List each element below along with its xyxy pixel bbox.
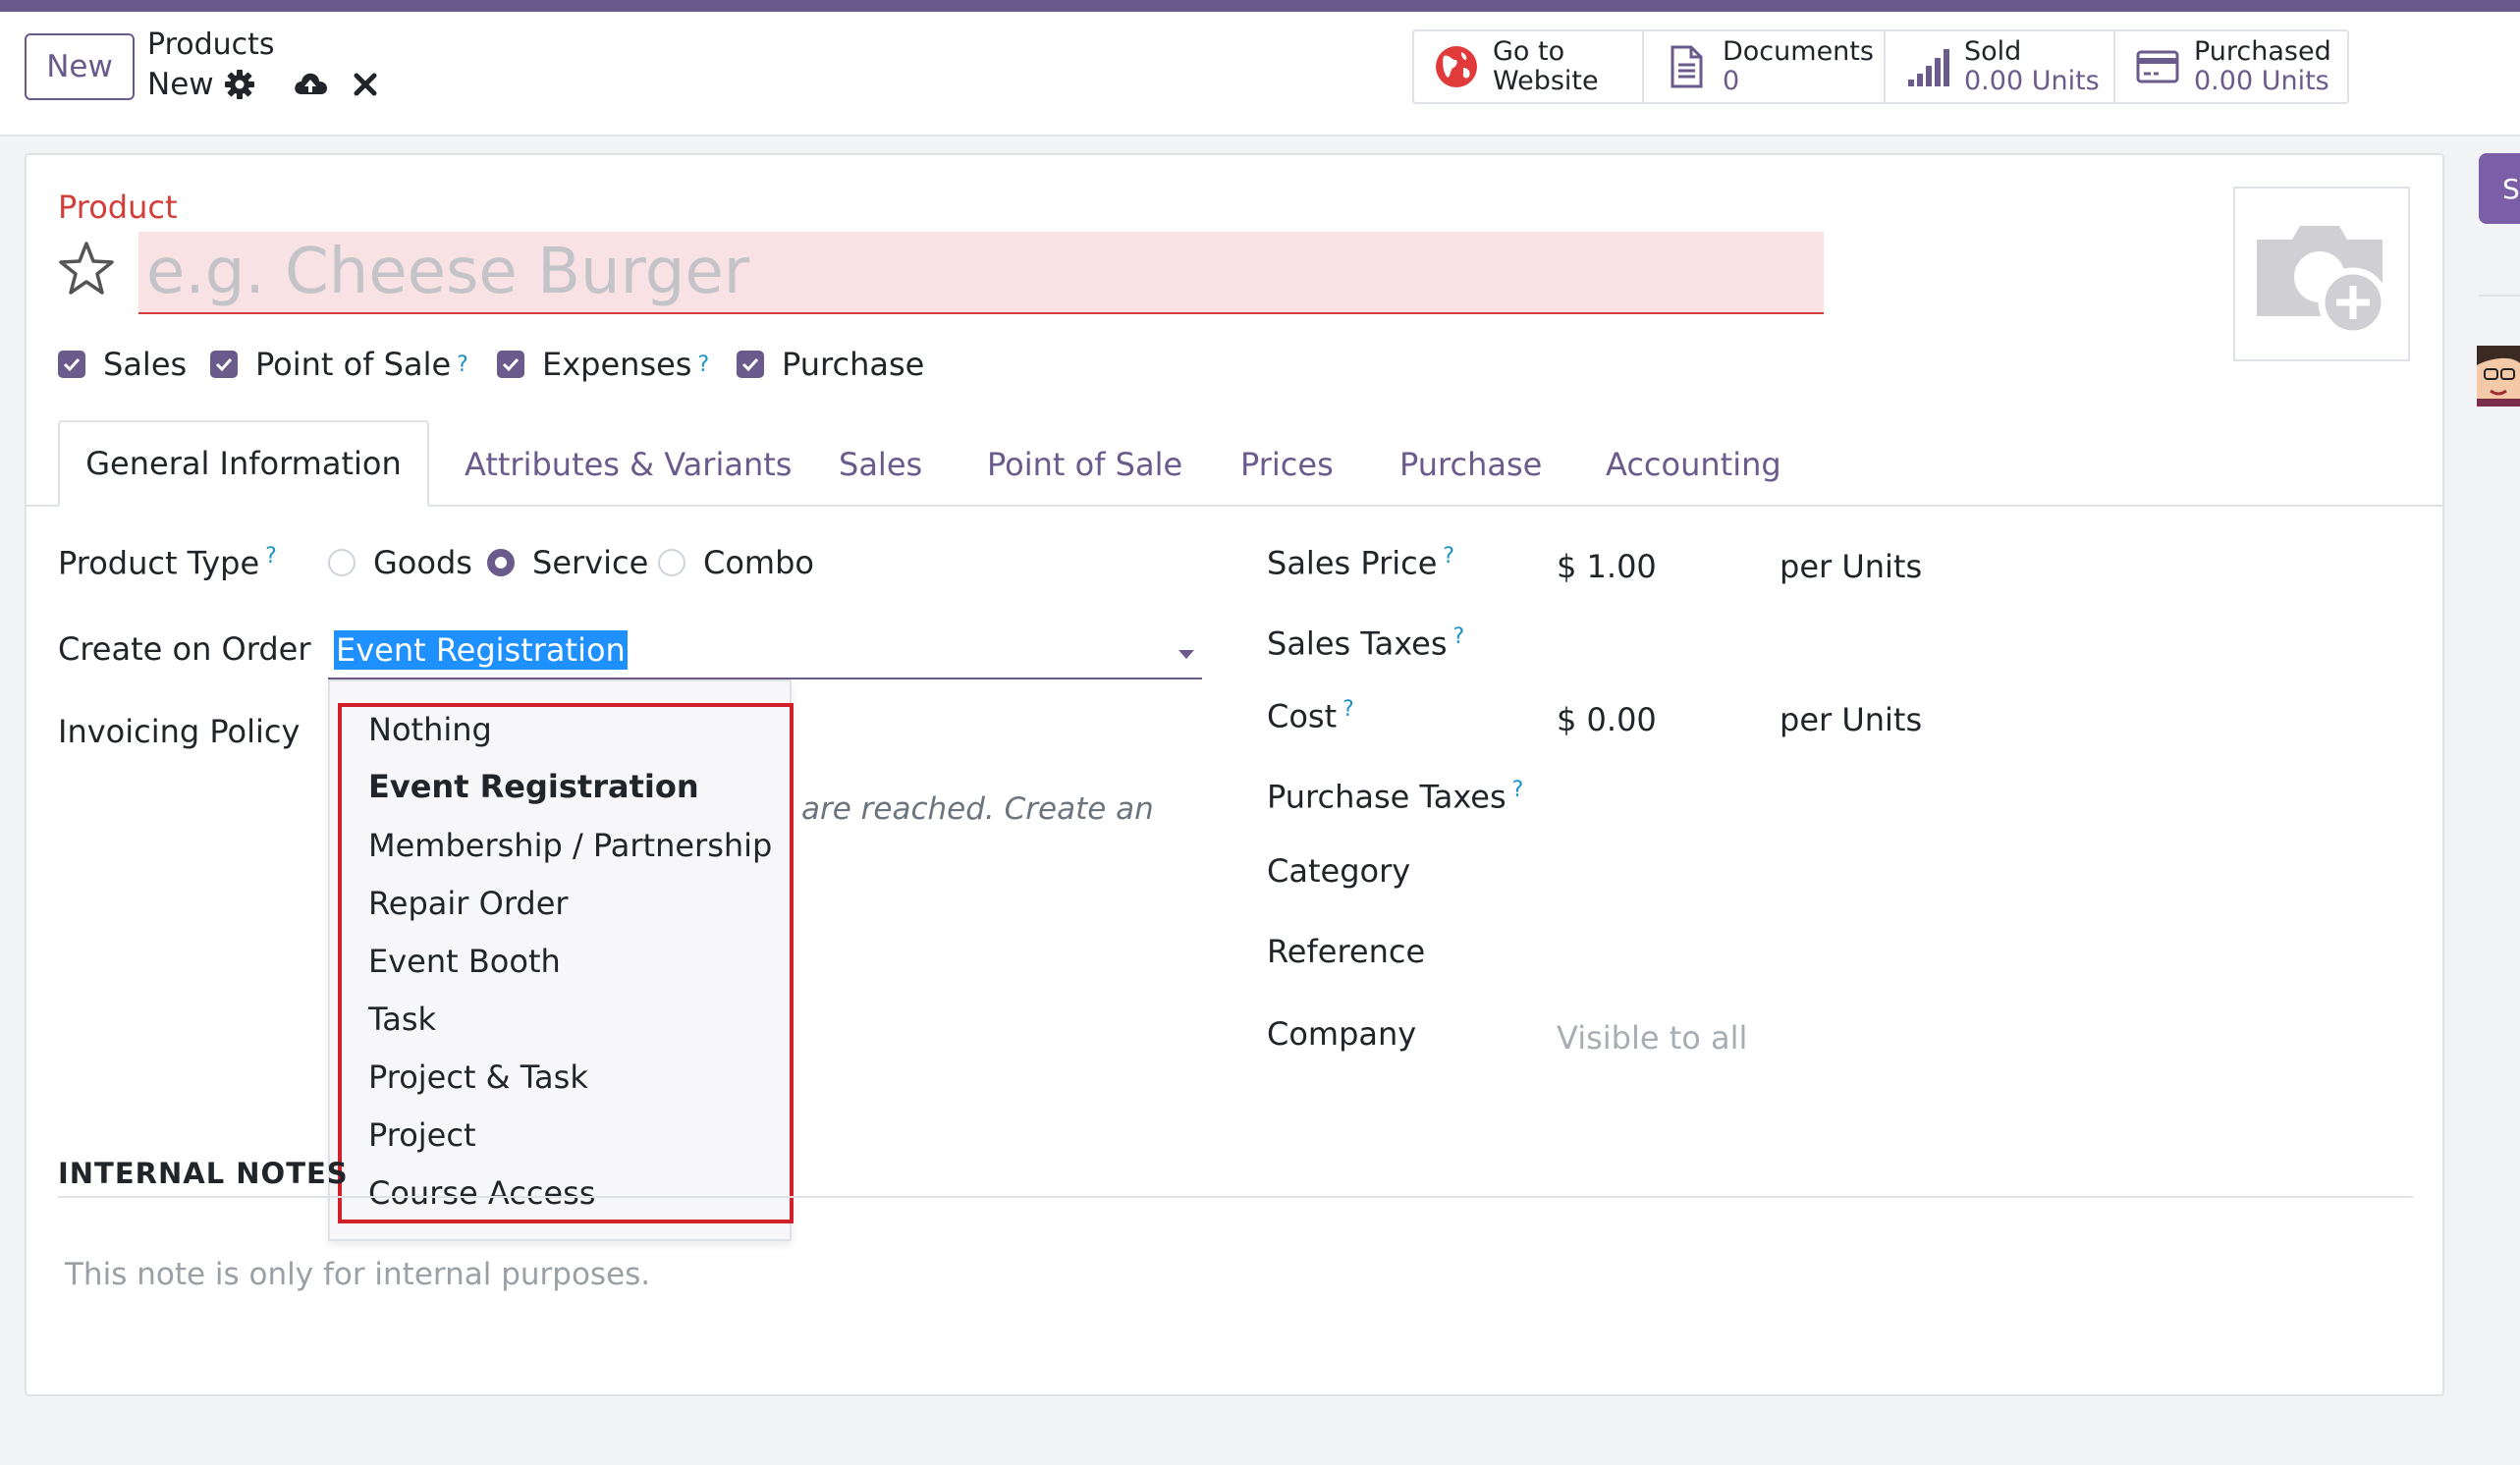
radio-circle-selected — [487, 549, 515, 576]
side-divider — [2479, 295, 2520, 297]
invoicing-policy-label: Invoicing Policy — [58, 713, 301, 750]
product-image-upload[interactable] — [2233, 187, 2410, 361]
radio-service-label: Service — [532, 544, 649, 581]
sold-button[interactable]: Sold 0.00 Units — [1886, 31, 2115, 102]
purchased-value: 0.00 Units — [2194, 66, 2329, 96]
company-input[interactable]: Visible to all — [1557, 1019, 1747, 1057]
new-button[interactable]: New — [25, 33, 135, 100]
product-label: Product — [58, 189, 178, 226]
sales-price-label: Sales Price? — [1267, 544, 1455, 582]
check-icon — [58, 351, 85, 378]
help-icon[interactable]: ? — [1342, 697, 1354, 722]
internal-notes-heading: INTERNAL NOTES — [58, 1157, 349, 1190]
purchased-label: Purchased — [2194, 36, 2331, 67]
tab-accounting[interactable]: Accounting — [1606, 446, 1781, 483]
tab-prices[interactable]: Prices — [1240, 446, 1334, 483]
purchase-taxes-label: Purchase Taxes? — [1267, 778, 1524, 816]
product-name-input[interactable]: e.g. Cheese Burger — [138, 232, 1824, 314]
breadcrumb-current: New — [147, 67, 214, 102]
help-icon[interactable]: ? — [265, 544, 277, 569]
internal-notes-input[interactable]: This note is only for internal purposes. — [65, 1257, 650, 1292]
sales-price-value[interactable]: $ 1.00 — [1557, 548, 1657, 585]
globe-icon — [1436, 46, 1477, 87]
highlight-annotation-box — [338, 703, 794, 1223]
invoicing-hint-text: are reached. Create an — [801, 791, 1154, 827]
documents-count: 0 — [1723, 66, 1740, 96]
radio-goods[interactable]: Goods — [328, 544, 472, 581]
gear-icon[interactable] — [224, 69, 255, 100]
bar-chart-icon — [1908, 49, 1949, 86]
go-to-line1: Go to — [1493, 36, 1565, 67]
tab-general-information[interactable]: General Information — [58, 420, 429, 507]
help-icon[interactable]: ? — [1443, 544, 1454, 569]
checkbox-expenses[interactable]: Expenses? — [497, 346, 709, 383]
documents-button[interactable]: Documents 0 — [1644, 31, 1886, 102]
check-icon — [210, 351, 238, 378]
checkbox-expenses-label: Expenses — [542, 346, 692, 383]
tab-sales[interactable]: Sales — [839, 446, 922, 483]
sold-value: 0.00 Units — [1964, 66, 2100, 96]
camera-plus-icon — [2257, 226, 2388, 338]
go-to-line2: Website — [1493, 66, 1599, 96]
help-icon[interactable]: ? — [697, 353, 709, 377]
checkbox-purchase-label: Purchase — [782, 346, 925, 383]
breadcrumb-products[interactable]: Products — [147, 27, 275, 62]
radio-goods-label: Goods — [373, 544, 472, 581]
checkbox-point-of-sale[interactable]: Point of Sale? — [210, 346, 468, 383]
check-icon — [737, 351, 764, 378]
company-label: Company — [1267, 1015, 1417, 1053]
checkbox-sales-label: Sales — [103, 346, 188, 383]
save-cloud-icon[interactable] — [293, 69, 328, 100]
create-on-order-label: Create on Order — [58, 630, 311, 668]
radio-combo[interactable]: Combo — [658, 544, 814, 581]
help-icon[interactable]: ? — [1512, 778, 1524, 802]
category-label: Category — [1267, 852, 1411, 890]
star-icon[interactable] — [57, 240, 116, 298]
documents-label: Documents — [1723, 36, 1874, 67]
help-icon[interactable]: ? — [1453, 624, 1465, 649]
cost-uom: per Units — [1780, 701, 1923, 738]
discard-icon[interactable] — [352, 71, 379, 98]
check-icon — [497, 351, 524, 378]
side-panel-tab[interactable]: S — [2479, 153, 2520, 224]
purchased-button[interactable]: Purchased 0.00 Units — [2115, 31, 2343, 102]
tab-purchase[interactable]: Purchase — [1399, 446, 1542, 483]
tab-attributes-variants[interactable]: Attributes & Variants — [465, 446, 792, 483]
top-strip — [0, 0, 2520, 12]
sales-price-uom: per Units — [1780, 548, 1923, 585]
create-on-order-value[interactable]: Event Registration — [334, 630, 628, 670]
cost-value[interactable]: $ 0.00 — [1557, 701, 1657, 738]
help-icon[interactable]: ? — [457, 353, 468, 377]
radio-service[interactable]: Service — [487, 544, 648, 581]
checkbox-purchase[interactable]: Purchase — [737, 346, 924, 383]
chevron-down-icon[interactable] — [1178, 650, 1194, 659]
sales-taxes-label: Sales Taxes? — [1267, 624, 1465, 663]
checkbox-pos-label: Point of Sale — [255, 346, 452, 383]
cost-label: Cost? — [1267, 697, 1354, 735]
reference-label: Reference — [1267, 933, 1426, 970]
credit-card-icon — [2136, 50, 2179, 83]
document-icon — [1671, 45, 1703, 88]
internal-notes-divider — [58, 1196, 2413, 1198]
radio-combo-label: Combo — [703, 544, 814, 581]
smart-buttons: Go to Website Documents 0 Sold 0.00 Units P… — [1412, 29, 2349, 104]
radio-circle — [328, 549, 356, 576]
radio-circle — [658, 549, 685, 576]
sold-label: Sold — [1964, 36, 2022, 67]
product-type-label: Product Type? — [58, 544, 277, 582]
tab-point-of-sale[interactable]: Point of Sale — [987, 446, 1182, 483]
checkbox-sales[interactable]: Sales — [58, 346, 187, 383]
go-to-website-button[interactable]: Go to Website — [1414, 31, 1644, 102]
avatar[interactable] — [2477, 346, 2520, 407]
